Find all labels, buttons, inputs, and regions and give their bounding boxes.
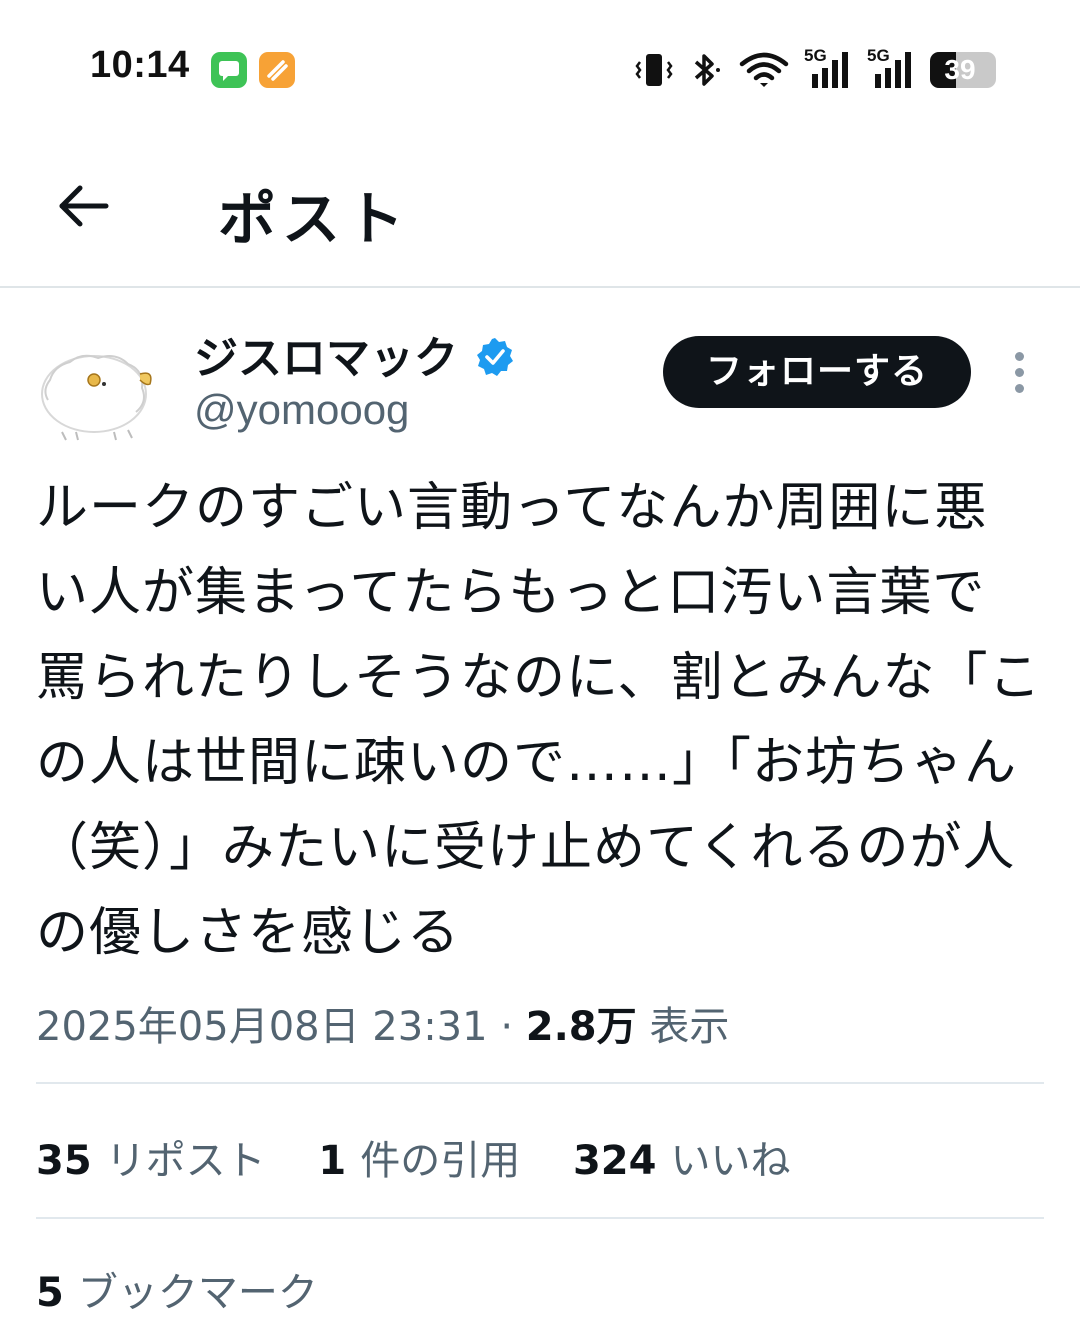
- status-bar: 10:14 5G 5G 39: [0, 0, 1080, 140]
- tweet-text-line: の人は世間に疎いので……」「お坊ちゃん: [36, 733, 1018, 793]
- reposts-stat[interactable]: 35 リポスト: [36, 1128, 266, 1186]
- views-count: 2.8万: [525, 1004, 637, 1050]
- tweet-text-line: の優しさを感じる: [36, 903, 461, 963]
- user-handle[interactable]: @yomooog: [194, 386, 409, 434]
- tweet-meta: 2025年05月08日 23:31 · 2.8万 表示: [36, 994, 729, 1052]
- status-icons: 5G 5G 39: [630, 46, 1000, 92]
- bookmarks-count: 5: [36, 1270, 64, 1316]
- back-button[interactable]: [48, 176, 120, 236]
- bookmarks-label: ブックマーク: [77, 1270, 318, 1316]
- signal-icon: [875, 52, 911, 88]
- bluetooth-icon: [694, 54, 720, 86]
- header: ポスト: [0, 140, 1080, 288]
- tweet-text-line: ルークのすごい言動ってなんか周囲に悪: [36, 478, 988, 538]
- battery-icon: 39: [930, 52, 996, 88]
- divider: [36, 1217, 1044, 1219]
- views-label: 表示: [649, 1004, 730, 1050]
- sheep-avatar-image: [41, 354, 152, 441]
- messages-app-icon: [211, 52, 247, 88]
- likes-label: いいね: [670, 1138, 791, 1184]
- page-title: ポスト: [218, 185, 411, 253]
- divider: [36, 1082, 1044, 1084]
- tweet-text-line: い人が集まってたらもっと口汚い言葉で: [36, 563, 986, 623]
- likes-count: 324: [572, 1138, 657, 1184]
- quotes-count: 1: [318, 1138, 347, 1184]
- more-vertical-icon: [1015, 352, 1024, 361]
- wifi-icon: [739, 52, 789, 87]
- bookmarks-stat[interactable]: 5 ブックマーク: [36, 1260, 318, 1318]
- status-time: 10:14: [90, 44, 190, 86]
- reposts-label: リポスト: [105, 1138, 266, 1184]
- tweet-timestamp[interactable]: 2025年05月08日 23:31: [36, 1004, 488, 1050]
- tweet-text-line: 罵られたりしそうなのに、割とみんな「こ: [36, 648, 1042, 708]
- notes-app-icon: [259, 52, 295, 88]
- tweet-text: ルークのすごい言動ってなんか周囲に悪 い人が集まってたらもっと口汚い言葉で 罵ら…: [36, 466, 1046, 976]
- signal-icon: [812, 52, 848, 88]
- verified-badge-icon: [474, 336, 516, 378]
- engagement-stats: 35 リポスト 1 件の引用 324 いいね: [36, 1128, 830, 1186]
- quotes-label: 件の引用: [360, 1138, 521, 1184]
- quotes-stat[interactable]: 1 件の引用: [318, 1128, 520, 1186]
- more-options-button[interactable]: [1004, 346, 1036, 398]
- avatar[interactable]: [36, 340, 156, 442]
- likes-stat[interactable]: 324 いいね: [573, 1128, 791, 1186]
- tweet-text-line: （笑）」みたいに受け止めてくれるのが人: [36, 818, 1016, 878]
- reposts-count: 35: [36, 1138, 92, 1184]
- follow-button[interactable]: フォローする: [663, 336, 971, 408]
- arrow-left-icon: [59, 185, 109, 227]
- battery-level: 39: [944, 54, 976, 85]
- vibrate-icon: [635, 54, 673, 86]
- meta-separator: ·: [500, 1004, 514, 1050]
- display-name[interactable]: ジスロマック: [194, 322, 458, 386]
